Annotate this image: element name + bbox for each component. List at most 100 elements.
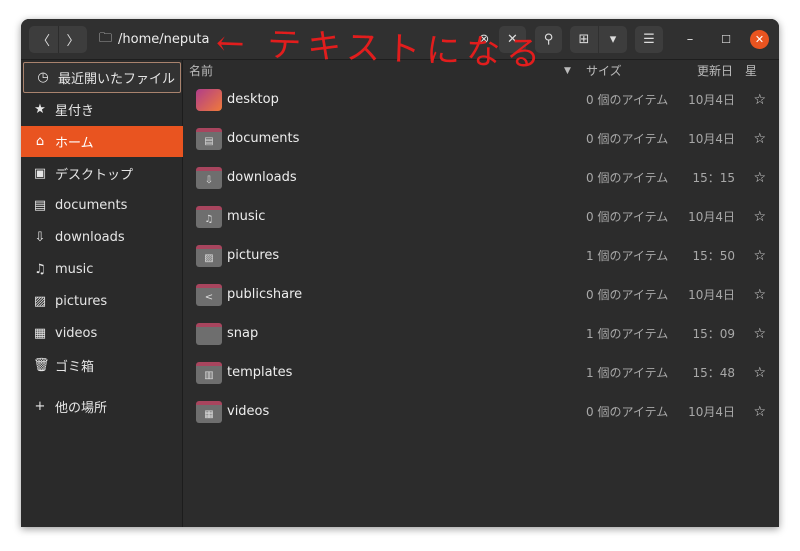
file-row[interactable]: ⇩ downloads 0 個のアイテム 15：15 ☆ xyxy=(184,158,779,197)
file-name: videos xyxy=(227,404,270,419)
star-icon[interactable]: ☆ xyxy=(753,404,766,420)
forward-button[interactable]: 〉 xyxy=(58,26,87,53)
folder-emblem-icon: ⇩ xyxy=(204,175,214,186)
file-row[interactable]: < publicshare 0 個のアイテム 10月4日 ☆ xyxy=(184,275,779,314)
file-size: 1 個のアイテム xyxy=(586,249,669,263)
folder-emblem-icon xyxy=(203,93,215,105)
back-button[interactable]: 〈 xyxy=(29,26,58,53)
star-icon[interactable]: ☆ xyxy=(753,131,766,147)
sidebar-item-music[interactable]: ♫ music xyxy=(21,254,183,285)
sidebar-item-label: デスクトップ xyxy=(55,168,134,183)
column-size[interactable]: サイズ xyxy=(586,60,622,82)
sidebar-item-label: documents xyxy=(55,198,128,213)
file-modified: 10月4日 xyxy=(688,288,735,302)
sidebar-item-label: pictures xyxy=(55,294,108,309)
file-name: templates xyxy=(227,365,293,380)
file-name: downloads xyxy=(227,170,297,185)
close-window-button[interactable]: ✕ xyxy=(750,30,769,49)
file-size: 0 個のアイテム xyxy=(586,288,669,302)
download-icon: ⇩ xyxy=(34,230,46,245)
desktop-icon: ▣ xyxy=(33,166,47,181)
folder-emblem-icon: ▨ xyxy=(204,253,214,264)
sidebar-item-label: 最近開いたファイル xyxy=(58,72,176,87)
folder-icon: ▥ xyxy=(196,362,222,384)
folder-icon: 🗀 xyxy=(99,30,113,46)
file-size: 1 個のアイテム xyxy=(586,327,669,341)
document-icon: ▤ xyxy=(33,198,47,213)
sidebar-item-clock[interactable]: ◷ 最近開いたファイル xyxy=(23,62,181,93)
file-name: pictures xyxy=(227,248,280,263)
file-row[interactable]: ▨ pictures 1 個のアイテム 15：50 ☆ xyxy=(184,236,779,275)
picture-icon: ▨ xyxy=(33,294,47,309)
file-name: publicshare xyxy=(227,287,303,302)
column-star[interactable]: 星 xyxy=(745,60,757,82)
file-row[interactable]: snap 1 個のアイテム 15：09 ☆ xyxy=(184,314,779,353)
folder-emblem-icon: ▦ xyxy=(204,409,214,420)
star-icon: ★ xyxy=(34,102,46,117)
file-row[interactable]: ▤ documents 0 個のアイテム 10月4日 ☆ xyxy=(184,119,779,158)
sidebar-item-document[interactable]: ▤ documents xyxy=(21,190,183,221)
sidebar-item-download[interactable]: ⇩ downloads xyxy=(21,222,183,253)
path-bar[interactable]: 🗀 /home/neputa xyxy=(91,26,209,53)
sidebar-item-plus[interactable]: + 他の場所 xyxy=(21,391,183,422)
file-row[interactable]: ▦ videos 0 個のアイテム 10月4日 ☆ xyxy=(184,392,779,431)
grid-view-button[interactable]: ⊞ xyxy=(570,26,598,53)
path-text: /home/neputa xyxy=(118,32,210,47)
file-name: desktop xyxy=(227,92,279,107)
file-modified: 10月4日 xyxy=(688,93,735,107)
star-icon[interactable]: ☆ xyxy=(753,287,766,303)
sidebar-item-label: downloads xyxy=(55,230,125,245)
folder-icon: ▤ xyxy=(196,128,222,150)
file-row[interactable]: ▥ templates 1 個のアイテム 15：48 ☆ xyxy=(184,353,779,392)
sidebar-item-label: ホーム xyxy=(55,136,94,151)
folder-icon: ▨ xyxy=(196,245,222,267)
view-options-dropdown[interactable]: ▾ xyxy=(599,26,627,53)
minimize-button[interactable]: – xyxy=(678,26,702,53)
star-icon[interactable]: ☆ xyxy=(753,170,766,186)
music-icon: ♫ xyxy=(34,262,46,277)
file-modified: 15：50 xyxy=(692,249,735,263)
file-row[interactable]: desktop 0 個のアイテム 10月4日 ☆ xyxy=(184,80,779,119)
home-icon: ⌂ xyxy=(35,134,45,149)
folder-emblem-icon: < xyxy=(204,292,214,303)
sidebar-item-star[interactable]: ★ 星付き xyxy=(21,94,183,125)
file-name: documents xyxy=(227,131,300,146)
sidebar-item-home[interactable]: ⌂ ホーム xyxy=(21,126,183,157)
sidebar-item-label: 星付き xyxy=(55,104,95,119)
file-size: 0 個のアイテム xyxy=(586,405,669,419)
folder-icon xyxy=(196,323,222,345)
file-row[interactable]: ♫ music 0 個のアイテム 10月4日 ☆ xyxy=(184,197,779,236)
sidebar-item-trash[interactable]: 🗑 ゴミ箱 xyxy=(21,350,183,381)
folder-emblem-icon: ♫ xyxy=(204,214,214,225)
folder-emblem-icon: ▥ xyxy=(204,370,214,381)
sidebar-item-picture[interactable]: ▨ pictures xyxy=(21,286,183,317)
file-list: 名前 ▼ サイズ 更新日 星 desktop 0 個のアイテム 10月4日 ☆ ▤… xyxy=(184,60,779,527)
maximize-button[interactable]: ☐ xyxy=(714,26,738,53)
menu-button[interactable]: ☰ xyxy=(635,26,663,53)
star-icon[interactable]: ☆ xyxy=(753,209,766,225)
video-icon: ▦ xyxy=(33,326,47,341)
folder-icon: ▦ xyxy=(196,401,222,423)
file-size: 0 個のアイテム xyxy=(586,210,669,224)
column-modified[interactable]: 更新日 xyxy=(697,60,733,82)
file-size: 1 個のアイテム xyxy=(586,366,669,380)
sidebar-item-label: ゴミ箱 xyxy=(55,360,95,375)
file-size: 0 個のアイテム xyxy=(586,132,669,146)
sidebar-item-desktop[interactable]: ▣ デスクトップ xyxy=(21,158,183,189)
folder-emblem-icon: ▤ xyxy=(204,136,214,147)
sidebar-item-video[interactable]: ▦ videos xyxy=(21,318,183,349)
sidebar-item-label: 他の場所 xyxy=(55,401,108,416)
star-icon[interactable]: ☆ xyxy=(753,365,766,381)
star-icon[interactable]: ☆ xyxy=(753,248,766,264)
file-name: snap xyxy=(227,326,259,341)
file-modified: 15：48 xyxy=(692,366,735,380)
file-modified: 10月4日 xyxy=(688,132,735,146)
star-icon[interactable]: ☆ xyxy=(753,92,766,108)
star-icon[interactable]: ☆ xyxy=(753,326,766,342)
sort-down-icon[interactable]: ▼ xyxy=(564,60,571,82)
file-size: 0 個のアイテム xyxy=(586,171,669,185)
column-name[interactable]: 名前 xyxy=(189,60,213,82)
file-size: 0 個のアイテム xyxy=(586,93,669,107)
file-name: music xyxy=(227,209,266,224)
folder-icon xyxy=(196,89,222,111)
